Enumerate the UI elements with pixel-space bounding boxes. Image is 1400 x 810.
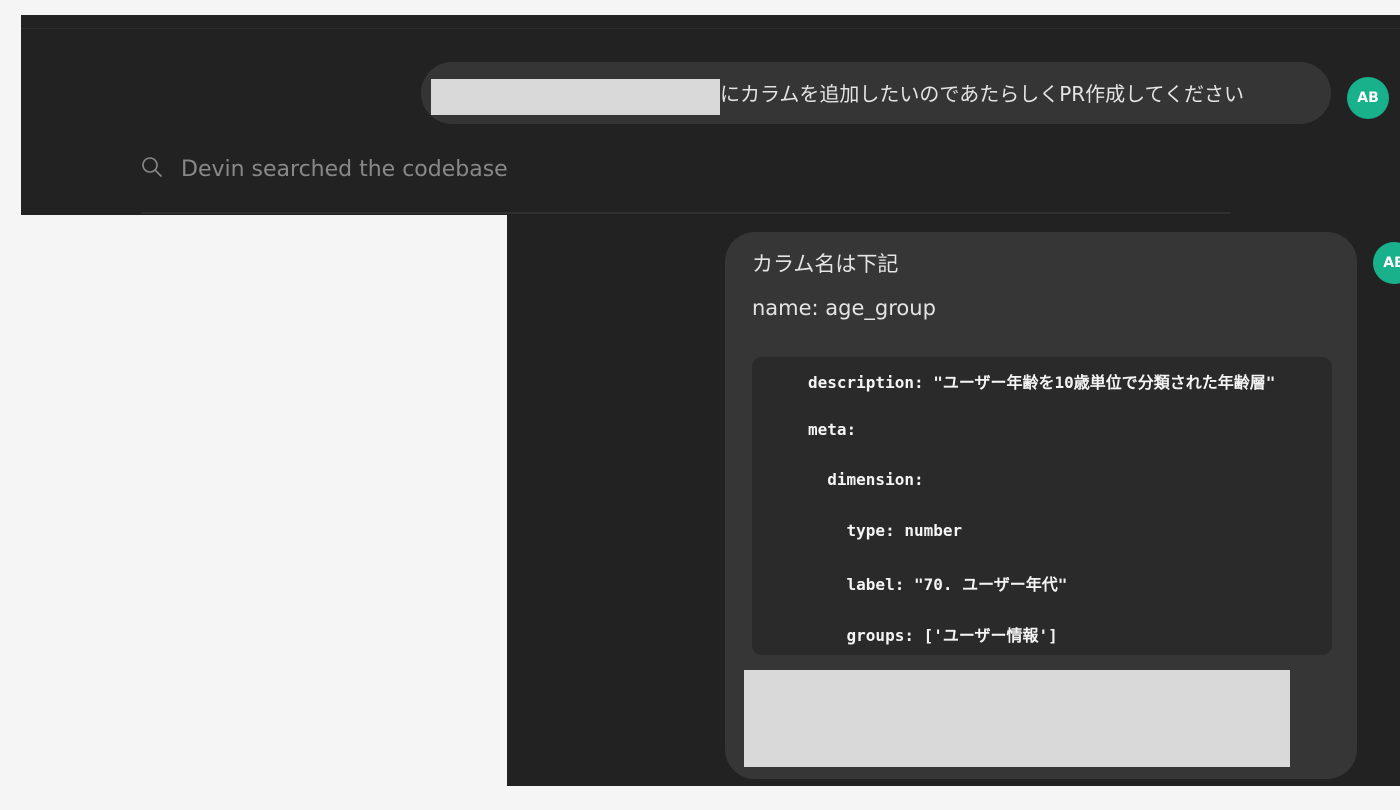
user-message-text: にカラムを追加したいのであたらしくPR作成してください — [720, 82, 1244, 106]
redacted-attachment — [744, 670, 1290, 767]
chat-panel-bottom: カラム名は下記 name: age_group description: "ユー… — [507, 215, 1400, 786]
top-divider — [21, 28, 1400, 29]
activity-text: Devin searched the codebase — [181, 156, 508, 182]
code-line: description: "ユーザー年齢を10歳単位で分類された年齢層" — [808, 373, 1276, 392]
activity-search-row[interactable]: Devin searched the codebase — [141, 154, 508, 184]
code-line: dimension: — [808, 470, 924, 489]
message-line: カラム名は下記 — [752, 252, 899, 276]
user-message-bubble: カラム名は下記 name: age_group description: "ユー… — [725, 232, 1357, 779]
code-block: description: "ユーザー年齢を10歳単位で分類された年齢層" met… — [752, 357, 1332, 655]
user-avatar[interactable]: AB — [1347, 77, 1389, 119]
avatar-initials: AB — [1383, 255, 1400, 271]
redacted-block — [431, 79, 720, 115]
message-line: name: age_group — [752, 296, 936, 320]
user-message-bubble: にカラムを追加したいのであたらしくPR作成してください — [421, 62, 1331, 124]
code-line: groups: ['ユーザー情報'] — [808, 626, 1058, 645]
code-line: label: "70. ユーザー年代" — [808, 575, 1068, 594]
search-icon — [141, 156, 163, 182]
code-line: type: number — [808, 521, 963, 540]
section-divider — [141, 212, 1231, 214]
user-avatar[interactable]: AB — [1373, 242, 1400, 284]
avatar-initials: AB — [1357, 90, 1379, 106]
chat-panel-top: にカラムを追加したいのであたらしくPR作成してください AB Devin sea… — [21, 15, 1400, 215]
code-line: meta: — [808, 420, 857, 439]
